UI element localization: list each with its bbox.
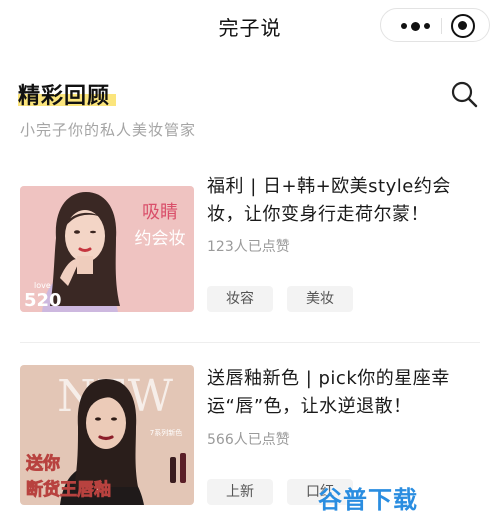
capsule-divider [441, 18, 442, 34]
like-count: 123人已点赞 [207, 239, 290, 255]
more-icon[interactable] [395, 9, 435, 43]
article-title[interactable]: 送唇釉新色 | pick你的星座幸运“唇”色，让水逆退散！ [207, 365, 477, 421]
thumbnail-image: 吸睛 约会妆 love 520 [20, 186, 194, 312]
article-thumbnail[interactable]: 吸睛 约会妆 love 520 [20, 186, 194, 312]
watermark: 谷普下载 [318, 486, 418, 514]
thumb-overlay-text: 吸睛 [142, 202, 178, 223]
top-bar: 完子说 [0, 0, 500, 54]
close-target-icon[interactable] [451, 14, 475, 38]
tag-chip[interactable]: 上新 [207, 479, 273, 505]
tag-list: 妆容 美妆 [207, 286, 353, 312]
thumb-overlay-text: 约会妆 [135, 229, 186, 249]
article-card[interactable]: NEW 7系列新色 送你 断货王唇釉 送唇釉新色 | pick你的星座幸运“唇”… [0, 365, 500, 516]
like-count: 566人已点赞 [207, 432, 290, 448]
thumb-overlay-text: 送你 [26, 453, 60, 474]
thumb-badge-small: love [34, 281, 51, 290]
tag-chip[interactable]: 妆容 [207, 286, 273, 312]
thumb-small-text: 7系列新色 [150, 428, 182, 437]
article-thumbnail[interactable]: NEW 7系列新色 送你 断货王唇釉 [20, 365, 194, 505]
thumb-overlay-text: 断货王唇釉 [26, 479, 111, 500]
section-title: 精彩回顾 [18, 84, 111, 109]
capsule-menu [380, 8, 490, 42]
tag-chip[interactable]: 美妆 [287, 286, 353, 312]
thumb-badge-big: 520 [24, 290, 62, 311]
article-title[interactable]: 福利 | 日+韩+欧美style约会妆，让你变身行走荷尔蒙！ [207, 173, 477, 229]
card-divider [20, 342, 480, 343]
section-subtitle: 小完子你的私人美妆管家 [20, 121, 197, 139]
search-icon[interactable] [450, 80, 478, 108]
article-card[interactable]: 吸睛 约会妆 love 520 福利 | 日+韩+欧美style约会妆，让你变身… [0, 176, 500, 338]
thumbnail-image: NEW 7系列新色 送你 断货王唇釉 [20, 365, 194, 505]
